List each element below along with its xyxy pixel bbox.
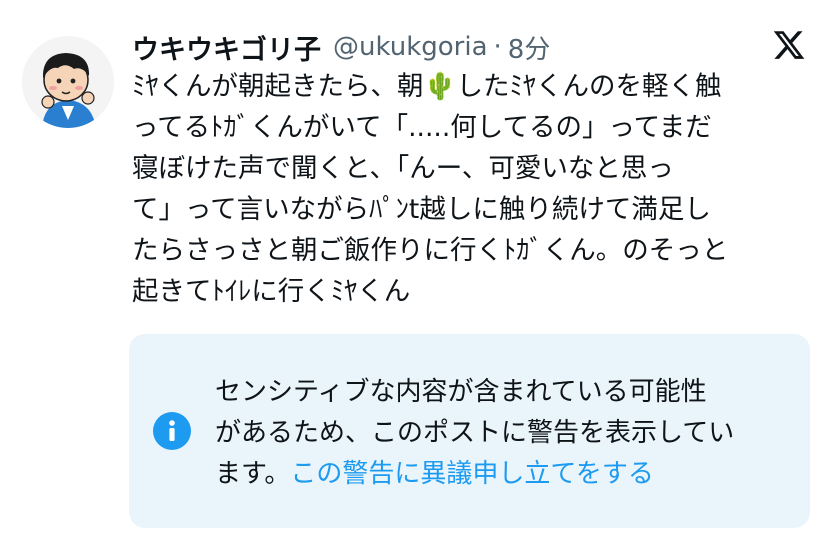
warning-line: があるため、このポストに警告を表示してい <box>215 418 735 448</box>
x-logo-icon[interactable] <box>772 28 806 62</box>
avatar[interactable] <box>22 36 114 128</box>
author-handle[interactable]: @ukukgoria <box>333 32 488 62</box>
tweet-text-line: ﾐﾔくんが朝起きたら、朝🌵したﾐﾔくんのを軽く触 <box>132 71 722 102</box>
tweet-text: ﾐﾔくんが朝起きたら、朝🌵したﾐﾔくんのを軽く触 ってるﾄｶﾞくんがいて「...… <box>132 66 808 312</box>
info-icon <box>153 412 191 450</box>
post-time[interactable]: 8分 <box>508 29 551 66</box>
author-display-name[interactable]: ウキウキゴリ子 <box>132 28 321 67</box>
tweet-text-line: 寝ぼけた声で聞くと、「んー、可愛いなと思っ <box>132 153 674 184</box>
tweet-text-line: て」って言いながらﾊﾟﾝt越しに触り続けて満足し <box>132 194 711 225</box>
warning-line: ます。この警告に異議申し立てをする <box>215 454 795 495</box>
avatar-cartoon-icon <box>22 36 114 128</box>
dispute-warning-link[interactable]: この警告に異議申し立てをする <box>290 459 653 489</box>
warning-line-prefix: ます。 <box>215 459 291 489</box>
tweet-text-line: 起きてﾄｲﾚに行くﾐﾔくん <box>132 276 411 307</box>
separator-dot: · <box>493 32 502 62</box>
tweet-text-line: たらさっさと朝ご飯作りに行くﾄｶﾞくん。のそっと <box>132 235 729 266</box>
tweet-text-line: ってるﾄｶﾞくんがいて「.....何してるの」ってまだ <box>132 112 712 143</box>
sensitive-content-warning: センシティブな内容が含まれている可能性 があるため、このポストに警告を表示してい… <box>129 334 810 528</box>
warning-message: センシティブな内容が含まれている可能性 があるため、このポストに警告を表示してい… <box>215 372 795 495</box>
tweet-header: ウキウキゴリ子 @ukukgoria · 8分 <box>132 26 808 68</box>
warning-line: センシティブな内容が含まれている可能性 <box>215 377 707 407</box>
